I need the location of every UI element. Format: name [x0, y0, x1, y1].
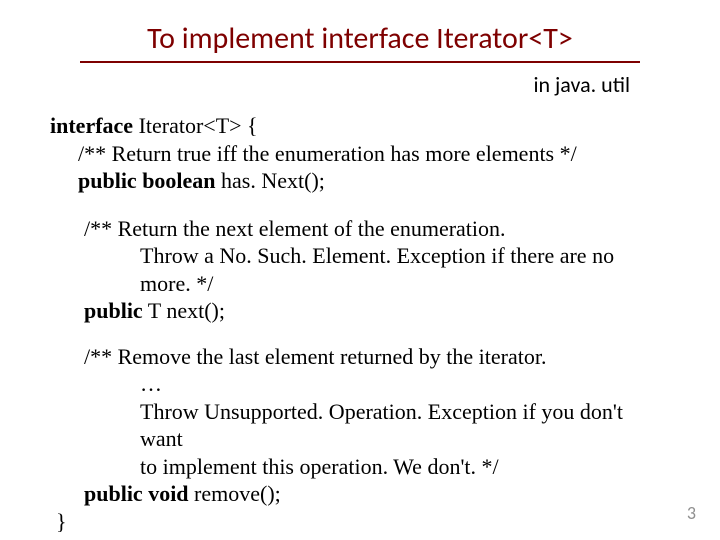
page-number: 3 — [687, 502, 696, 524]
slide-title: To implement interface Iterator<T> — [80, 20, 640, 63]
sig-remove-rest: remove(); — [189, 481, 281, 506]
comment-next-2: Throw a No. Such. Element. Exception if … — [56, 242, 670, 297]
code-block-2: /** Return the next element of the enume… — [56, 215, 670, 325]
sig-next: public T next(); — [56, 297, 670, 325]
code-block: interface Iterator<T> { /** Return true … — [50, 112, 670, 535]
decl-rest: Iterator<T> { — [133, 113, 258, 138]
kw-public-void: public void — [84, 481, 189, 506]
sig-next-rest: T next(); — [143, 298, 225, 323]
slide-subtitle: in java. util — [50, 71, 630, 98]
comment-remove-4: to implement this operation. We don't. *… — [56, 453, 670, 481]
code-block-1: interface Iterator<T> { /** Return true … — [50, 112, 670, 195]
close-brace: } — [56, 508, 670, 536]
comment-remove-2: … — [56, 370, 670, 398]
sig-hasnext: public boolean has. Next(); — [50, 167, 670, 195]
comment-remove-1: /** Remove the last element returned by … — [56, 343, 670, 371]
kw-public: public — [84, 298, 143, 323]
kw-public-boolean: public boolean — [78, 168, 216, 193]
sig-remove: public void remove(); — [56, 480, 670, 508]
comment-hasnext: /** Return true iff the enumeration has … — [50, 140, 670, 168]
comment-remove-3: Throw Unsupported. Operation. Exception … — [56, 398, 670, 453]
comment-next-1: /** Return the next element of the enume… — [56, 215, 670, 243]
kw-interface: interface — [50, 113, 133, 138]
interface-decl: interface Iterator<T> { — [50, 112, 670, 140]
code-block-3: /** Remove the last element returned by … — [56, 343, 670, 536]
sig-hasnext-rest: has. Next(); — [216, 168, 325, 193]
slide: To implement interface Iterator<T> in ja… — [0, 0, 720, 535]
